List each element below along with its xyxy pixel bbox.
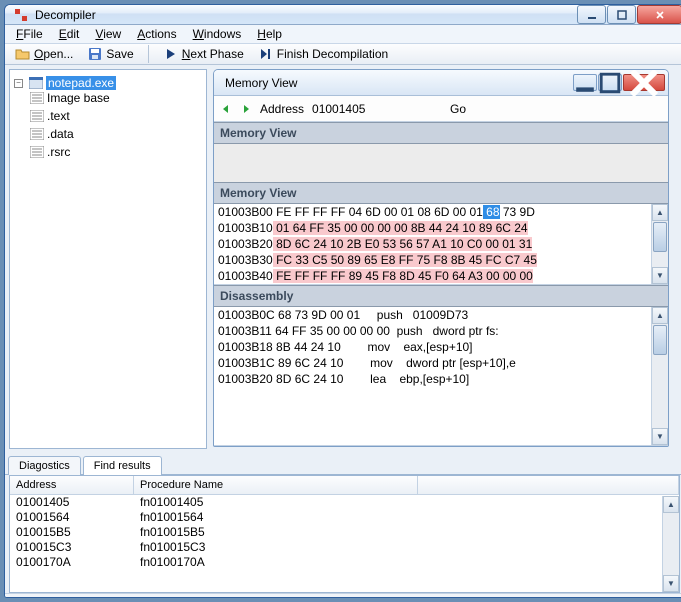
close-button[interactable] [637, 5, 681, 24]
find-results-list[interactable]: Address Procedure Name 01001405fn0100140… [9, 476, 680, 593]
hex-row[interactable]: 01003B40 FE FF FF FF 89 45 F8 8D 45 F0 6… [214, 268, 651, 284]
play-end-icon [258, 46, 274, 62]
section-header-2: Memory View [214, 182, 668, 204]
section-header-1: Memory View [214, 122, 668, 144]
menu-file[interactable]: FFileFile [9, 25, 50, 43]
header-procname[interactable]: Procedure Name [134, 476, 418, 494]
scroll-up-icon[interactable]: ▲ [652, 307, 668, 324]
segment-icon [30, 128, 44, 140]
list-row[interactable]: 01001564fn01001564 [10, 510, 679, 525]
save-button[interactable]: Save [83, 44, 137, 64]
open-button[interactable]: Open... [11, 44, 77, 64]
header-address[interactable]: Address [10, 476, 134, 494]
tree-item[interactable]: .rsrc [30, 145, 70, 159]
menubar: FFileFile Edit View Actions Windows Help [5, 25, 681, 44]
segment-icon [30, 110, 44, 122]
next-phase-button[interactable]: Next Phase [159, 44, 248, 64]
hex-view[interactable]: 01003B00 FE FF FF FF 04 6D 00 01 08 6D 0… [214, 204, 668, 284]
tree-root[interactable]: − notepad.exe [14, 76, 116, 90]
app-icon [13, 7, 29, 23]
maximize-button[interactable] [607, 5, 636, 24]
scroll-down-icon[interactable]: ▼ [652, 428, 668, 445]
disasm-row[interactable]: 01003B18 8B 44 24 10 mov eax,[esp+10] [214, 339, 651, 355]
exe-icon [29, 77, 43, 89]
main-window: Decompiler FFileFile Edit View Actions W… [4, 4, 681, 598]
disasm-row[interactable]: 01003B11 64 FF 35 00 00 00 00 push dword… [214, 323, 651, 339]
memory-view-titlebar[interactable]: Memory View [214, 70, 668, 96]
empty-memory-area [214, 144, 668, 182]
tab-diagnostics[interactable]: Diagostics [8, 456, 81, 475]
scroll-thumb[interactable] [653, 325, 667, 355]
tree-item[interactable]: .data [30, 127, 74, 141]
header-empty[interactable] [418, 476, 679, 494]
tree-pane[interactable]: − notepad.exe Image base .text .data .rs… [9, 69, 207, 449]
menu-help[interactable]: Help [250, 25, 289, 43]
disassembly-view[interactable]: 01003B0C 68 73 9D 00 01 push 01009D73 01… [214, 307, 668, 387]
tree-root-label[interactable]: notepad.exe [46, 76, 116, 90]
list-row[interactable]: 01001405fn01001405 [10, 495, 679, 510]
hex-row[interactable]: 01003B20 8D 6C 24 10 2B E0 53 56 57 A1 1… [214, 236, 651, 252]
toolbar: Open... Save Next Phase Finish Decompila… [5, 44, 681, 65]
scroll-thumb[interactable] [653, 222, 667, 252]
toolbar-separator [148, 45, 149, 63]
mv-close-button[interactable] [623, 74, 665, 91]
folder-open-icon [15, 46, 31, 62]
menu-actions[interactable]: Actions [130, 25, 183, 43]
tree-item[interactable]: .text [30, 109, 70, 123]
memory-view-title: Memory View [225, 76, 572, 90]
list-headers[interactable]: Address Procedure Name [10, 476, 679, 495]
list-scrollbar[interactable]: ▲ ▼ [662, 496, 679, 592]
client-area: − notepad.exe Image base .text .data .rs… [5, 65, 681, 598]
collapse-icon[interactable]: − [14, 79, 23, 88]
nav-back-button[interactable] [220, 103, 232, 115]
titlebar[interactable]: Decompiler [5, 5, 681, 25]
segment-icon [30, 92, 44, 104]
memory-view-window[interactable]: Memory View Address 01001405 Go Memory V… [213, 69, 669, 447]
disasm-scrollbar[interactable]: ▲ ▼ [651, 307, 668, 445]
mv-maximize-button[interactable] [598, 74, 622, 91]
hex-row[interactable]: 01003B00 FE FF FF FF 04 6D 00 01 08 6D 0… [214, 204, 651, 220]
menu-windows[interactable]: Windows [186, 25, 249, 43]
nav-forward-button[interactable] [240, 103, 252, 115]
hex-scrollbar[interactable]: ▲ ▼ [651, 204, 668, 284]
tab-find-results[interactable]: Find results [83, 456, 162, 475]
disasm-row[interactable]: 01003B0C 68 73 9D 00 01 push 01009D73 [214, 307, 651, 323]
minimize-button[interactable] [577, 5, 606, 24]
window-title: Decompiler [35, 8, 576, 22]
list-row[interactable]: 0100170Afn0100170A [10, 555, 679, 570]
disasm-row[interactable]: 01003B1C 89 6C 24 10 mov dword ptr [esp+… [214, 355, 651, 371]
scroll-down-icon[interactable]: ▼ [663, 575, 679, 592]
list-row[interactable]: 010015C3fn010015C3 [10, 540, 679, 555]
disasm-row[interactable]: 01003B20 8D 6C 24 10 lea ebp,[esp+10] [214, 371, 651, 387]
menu-view[interactable]: View [88, 25, 128, 43]
finish-button[interactable]: Finish Decompilation [254, 44, 392, 64]
disassembly-header: Disassembly [214, 285, 668, 307]
play-icon [163, 46, 179, 62]
list-row[interactable]: 010015B5fn010015B5 [10, 525, 679, 540]
status-text: Status [13, 598, 47, 599]
menu-edit[interactable]: Edit [52, 25, 87, 43]
address-bar: Address 01001405 Go [214, 96, 668, 122]
save-icon [87, 46, 103, 62]
tree-item[interactable]: Image base [30, 91, 110, 105]
address-label: Address [260, 102, 304, 116]
address-value[interactable]: 01001405 [312, 102, 442, 116]
lower-tabs: Diagostics Find results [5, 453, 681, 475]
go-button[interactable]: Go [450, 102, 466, 116]
mv-minimize-button[interactable] [573, 74, 597, 91]
hex-row[interactable]: 01003B30 FC 33 C5 50 89 65 E8 FF 75 F8 8… [214, 252, 651, 268]
hex-row[interactable]: 01003B10 01 64 FF 35 00 00 00 00 8B 44 2… [214, 220, 651, 236]
scroll-up-icon[interactable]: ▲ [652, 204, 668, 221]
segment-icon [30, 146, 44, 158]
scroll-down-icon[interactable]: ▼ [652, 267, 668, 284]
scroll-up-icon[interactable]: ▲ [663, 496, 679, 513]
